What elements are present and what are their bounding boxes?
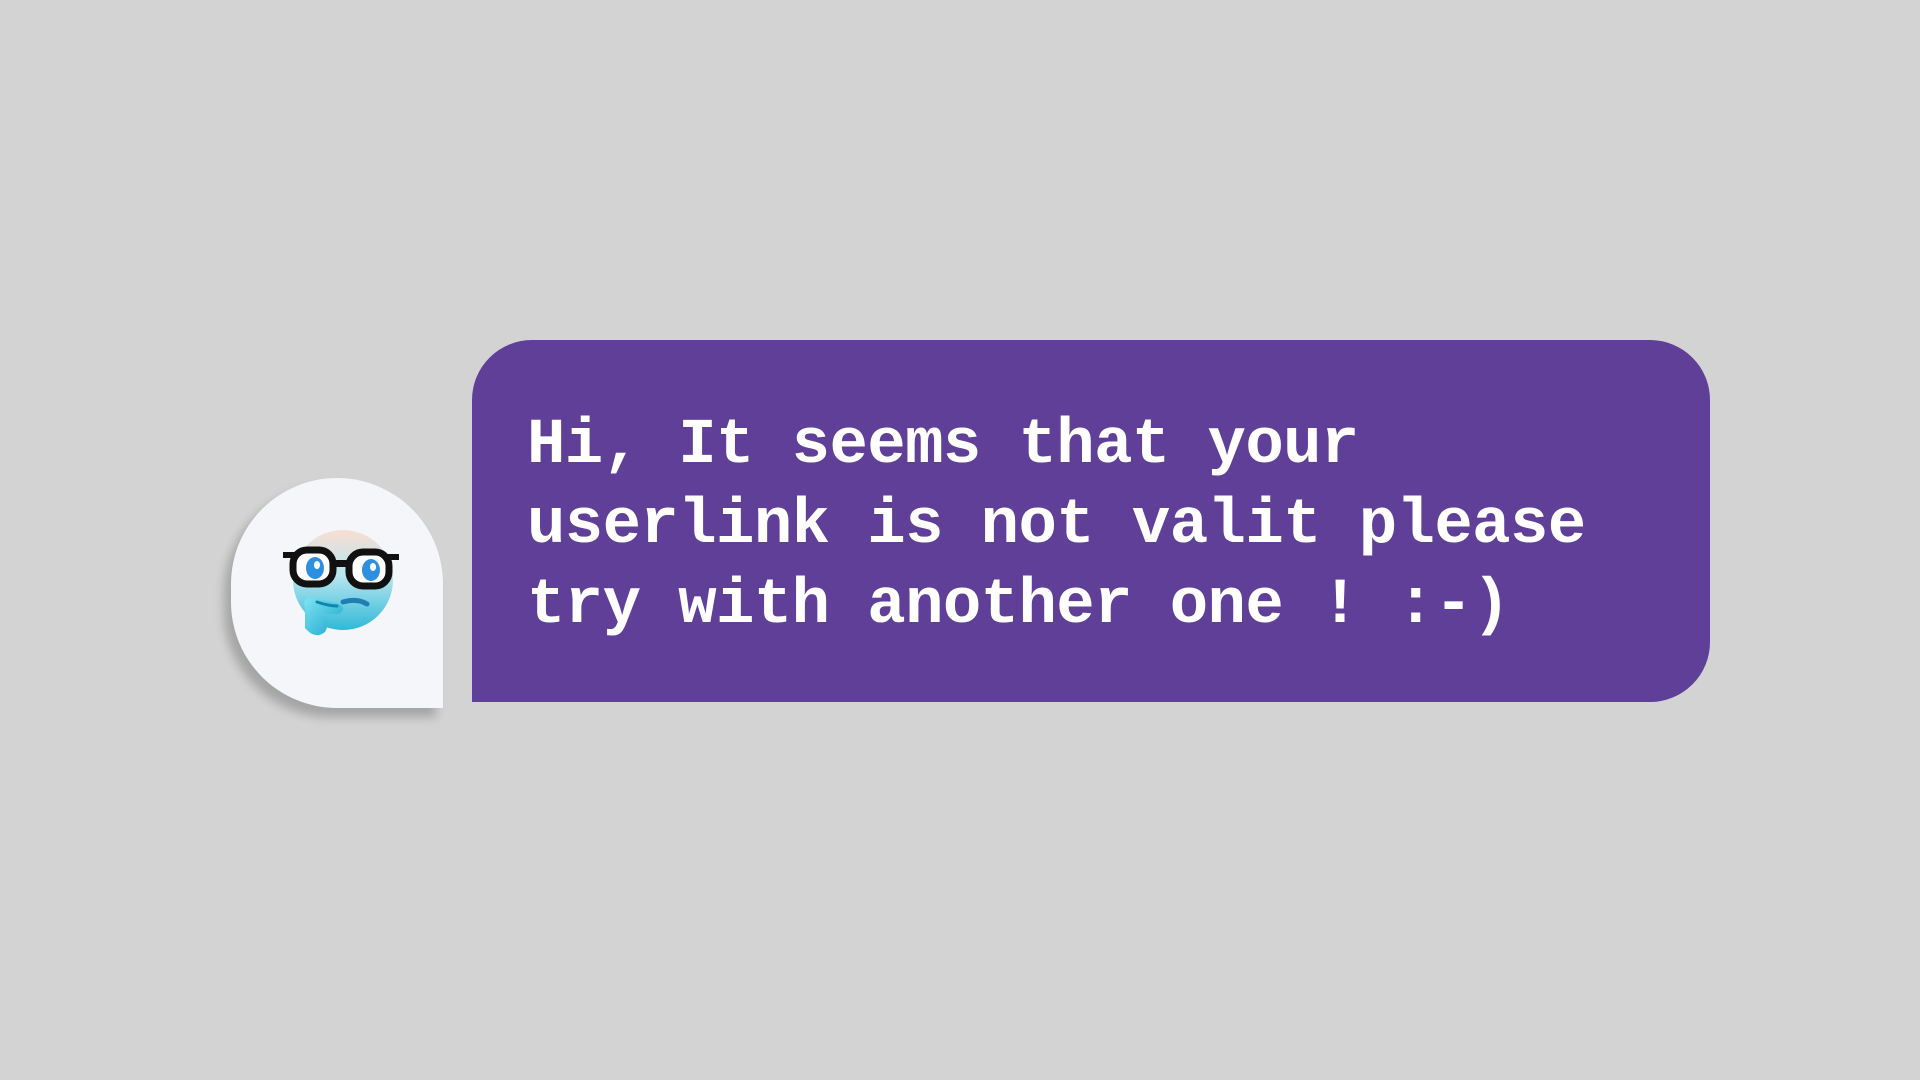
nerd-thinking-face-icon xyxy=(283,530,399,636)
chat-stage: Hi, It seems that your userlink is not v… xyxy=(0,0,1920,1080)
bot-avatar xyxy=(231,478,443,708)
message-bubble: Hi, It seems that your userlink is not v… xyxy=(472,340,1710,702)
message-text: Hi, It seems that your userlink is not v… xyxy=(527,410,1586,642)
